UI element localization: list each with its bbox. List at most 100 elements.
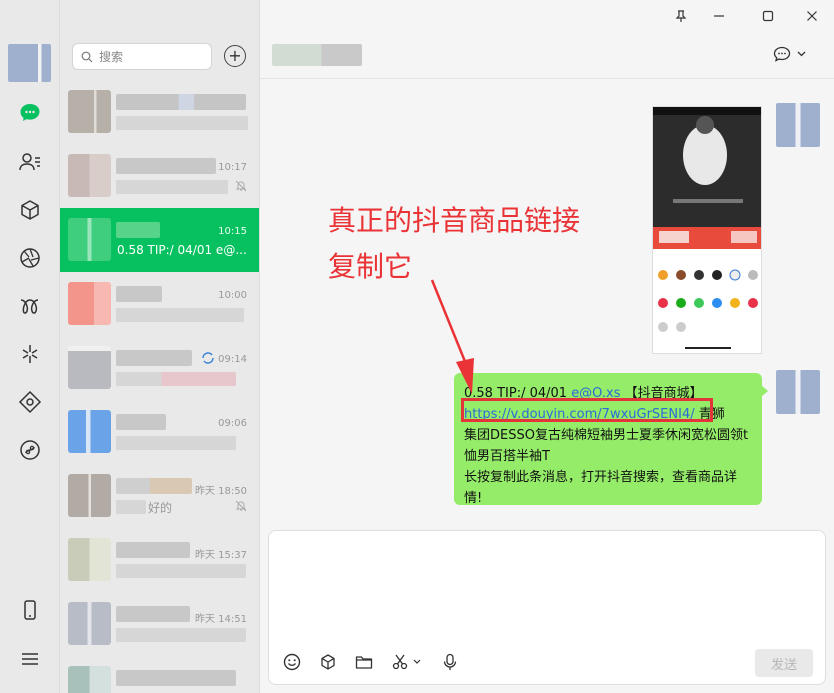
sender-avatar[interactable]: [776, 103, 820, 147]
chat-preview: 0.58 TIP:/ 04/01 e@...: [117, 243, 247, 257]
mute-bell-icon: [235, 180, 247, 192]
mute-bell-icon: [235, 500, 247, 512]
chat-list-item[interactable]: 昨天 14:51: [60, 592, 259, 656]
chat-list-item[interactable]: [60, 656, 259, 693]
chat-list: + 10:17 10:15 0.58 TIP:/ 04/01 e@... 10:…: [60, 0, 260, 693]
chat-avatar: [68, 90, 111, 133]
chat-name-blurred: [116, 670, 236, 686]
screenshot-image-message[interactable]: [652, 106, 762, 354]
text-message-bubble[interactable]: 0.58 TIP:/ 04/01 e@O.xs 【抖音商城】 https://v…: [454, 373, 768, 506]
chat-time: 昨天 15:37: [195, 550, 247, 561]
channels-nav-button[interactable]: [16, 292, 44, 320]
message-text: 集团DESSO复古纯棉短袖男士夏季休闲宽松圆领t恤男百搭半袖T: [464, 428, 749, 464]
my-avatar[interactable]: [8, 44, 51, 82]
chat-preview-blurred: [116, 628, 246, 642]
chat-avatar: [68, 410, 111, 453]
search-nav-button[interactable]: [16, 340, 44, 368]
miniprogram-nav-button[interactable]: [16, 388, 44, 416]
chat-preview-blurred: [116, 116, 248, 130]
sparkle-icon: [22, 345, 38, 363]
chat-preview-blurred: [116, 308, 244, 322]
chat-list-item[interactable]: 昨天 15:37: [60, 528, 259, 592]
favorites-button[interactable]: [317, 651, 339, 673]
chat-name-blurred: [116, 478, 192, 494]
minimize-button[interactable]: [706, 4, 732, 28]
send-button[interactable]: 发送: [755, 649, 813, 677]
chat-more-button[interactable]: [773, 46, 806, 62]
close-button[interactable]: [799, 4, 825, 28]
title-bar: [260, 0, 834, 32]
chats-nav-button[interactable]: [16, 99, 44, 127]
chat-list-item[interactable]: 昨天 18:50 好的: [60, 464, 259, 528]
chat-preview: 好的: [148, 501, 173, 515]
chat-avatar: [68, 218, 111, 261]
file-button[interactable]: [353, 651, 375, 673]
chat-time: 10:00: [218, 290, 247, 301]
emoji-button[interactable]: [281, 651, 303, 673]
chat-preview-blurred: [116, 180, 228, 194]
search-box[interactable]: [72, 43, 212, 70]
moments-nav-button[interactable]: [16, 244, 44, 272]
channels-icon: [20, 299, 39, 314]
favorites-nav-button[interactable]: [16, 196, 44, 224]
chevron-down-icon: [413, 659, 421, 664]
close-icon: [807, 11, 817, 21]
chat-avatar: [68, 474, 111, 517]
pin-icon: [675, 10, 687, 22]
chat-time: 10:17: [218, 162, 247, 173]
left-nav: [0, 0, 60, 693]
search-input[interactable]: [99, 49, 199, 64]
aperture-icon: [20, 248, 40, 268]
chat-list-item[interactable]: 09:14: [60, 336, 259, 400]
chat-preview-blurred: [116, 564, 246, 578]
chat-name-blurred: [116, 414, 166, 430]
add-chat-button[interactable]: +: [224, 45, 246, 67]
screenshot-button[interactable]: [389, 651, 423, 673]
chat-avatar: [68, 154, 111, 197]
chat-time: 09:06: [218, 418, 247, 429]
folder-icon: [355, 656, 373, 669]
maximize-icon: [762, 10, 774, 22]
annotation-line: 真正的抖音商品链接: [328, 204, 581, 237]
message-input-area[interactable]: 发送: [268, 530, 826, 685]
chat-preview-blurred: [116, 436, 236, 450]
phone-screenshot-thumbnail: [653, 107, 761, 353]
scissors-icon: [392, 654, 408, 670]
chat-list-item-active[interactable]: 10:15 0.58 TIP:/ 04/01 e@...: [60, 208, 259, 272]
menu-nav-button[interactable]: [16, 645, 44, 673]
cube-icon: [21, 200, 39, 220]
chat-name-blurred: [116, 158, 216, 174]
refresh-icon: [202, 352, 214, 364]
microphone-icon: [443, 653, 457, 670]
emoji-icon: [283, 653, 301, 671]
maximize-button[interactable]: [755, 4, 781, 28]
chat-name-blurred: [116, 606, 190, 622]
chat-avatar: [68, 538, 111, 581]
diamond-icon: [18, 390, 42, 414]
chat-preview-blurred: [116, 372, 236, 386]
chevron-down-icon: [797, 51, 806, 57]
minimize-icon: [714, 15, 724, 17]
chat-time: 09:14: [218, 354, 247, 365]
hamburger-menu-icon: [22, 653, 38, 665]
chat-name-blurred: [116, 94, 246, 110]
chat-time: 昨天 18:50: [195, 486, 247, 497]
chat-list-item[interactable]: 10:17: [60, 144, 259, 208]
chat-list-item[interactable]: 09:06: [60, 400, 259, 464]
cube-icon: [321, 654, 335, 670]
phone-nav-button[interactable]: [16, 596, 44, 624]
contacts-nav-button[interactable]: [16, 148, 44, 176]
sender-avatar[interactable]: [776, 370, 820, 414]
apps-nav-button[interactable]: [16, 436, 44, 464]
voice-button[interactable]: [439, 651, 461, 673]
chat-time: 昨天 14:51: [195, 614, 247, 625]
chat-list-item[interactable]: 10:00: [60, 272, 259, 336]
pin-button[interactable]: [668, 4, 694, 28]
chat-avatar: [68, 282, 111, 325]
chat-avatar: [68, 346, 111, 389]
swirl-icon: [20, 440, 40, 460]
chat-list-item[interactable]: [60, 80, 259, 144]
chat-name-blurred: [116, 286, 162, 302]
chat-bubble-icon: [773, 46, 791, 62]
link-highlight-box: [461, 398, 713, 422]
